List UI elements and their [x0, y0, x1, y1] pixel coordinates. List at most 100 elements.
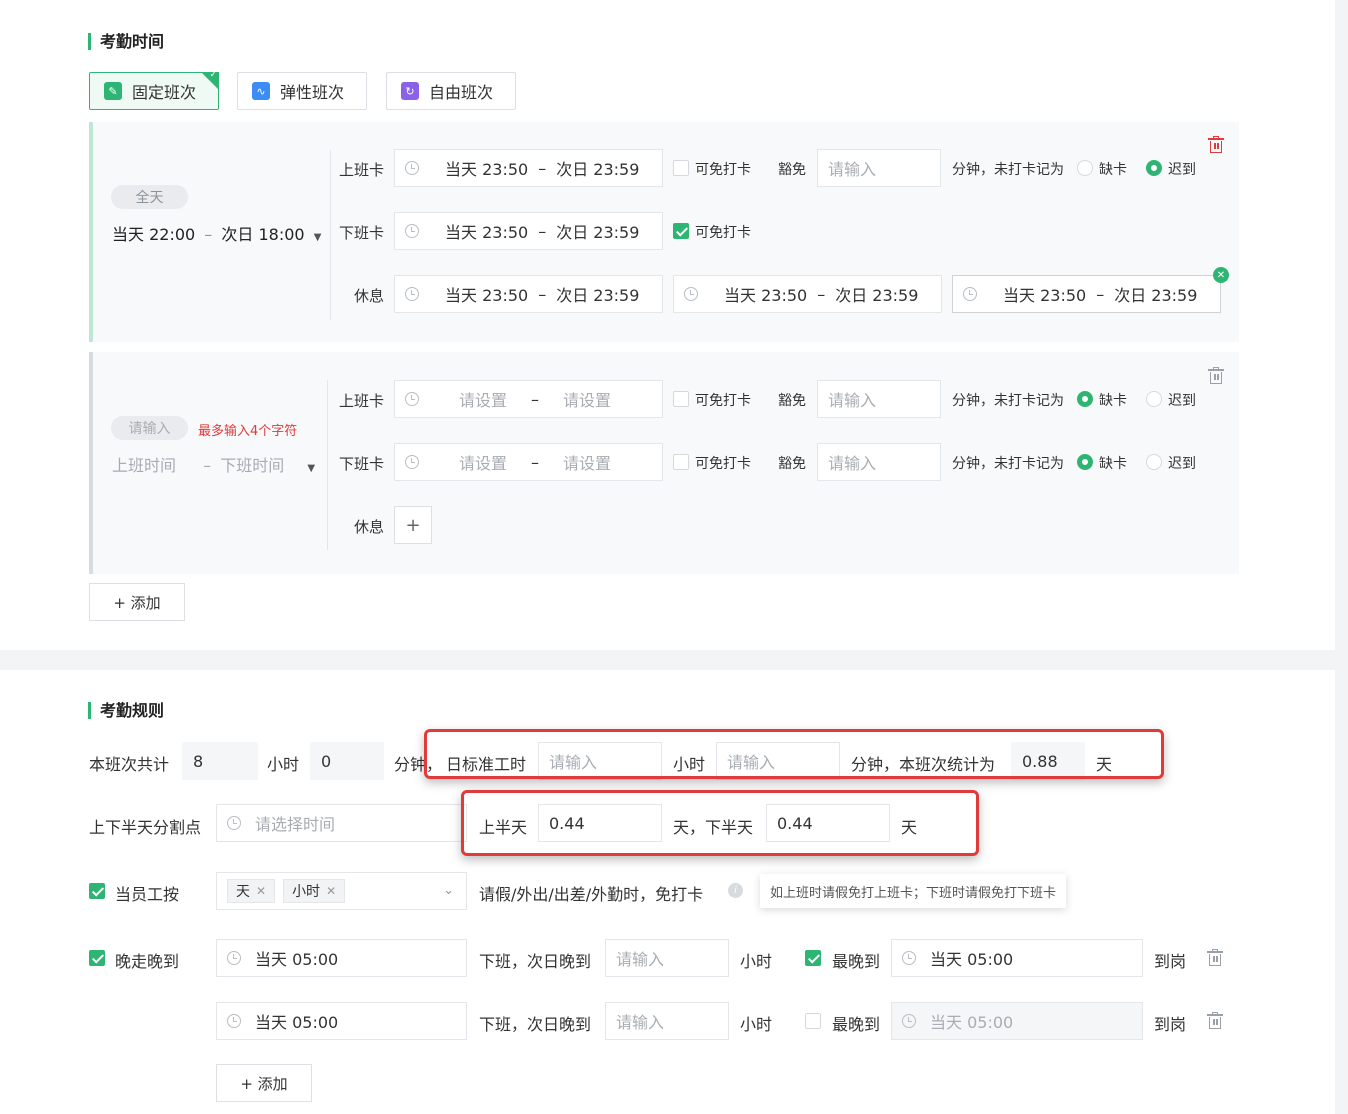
tab-fixed-shift[interactable]: ✎ 固定班次 ✓	[89, 70, 219, 110]
arrive-text: 到岗	[1154, 952, 1187, 971]
late-radio[interactable]	[1146, 391, 1162, 407]
remove-rest-icon[interactable]: ✕	[1213, 267, 1229, 283]
caret-down-icon: ▼	[307, 463, 316, 474]
time-value: 当天 05:00	[255, 1013, 339, 1032]
tab-label: 固定班次	[132, 83, 197, 102]
shift-name-pill[interactable]: 全天	[111, 185, 188, 209]
total-minutes-input[interactable]: 0	[310, 742, 384, 780]
info-icon[interactable]: i	[728, 883, 743, 898]
rest-label: 休息	[353, 287, 384, 305]
total-label: 本班次共计	[89, 755, 170, 774]
tag-remove-icon[interactable]: ✕	[326, 884, 336, 898]
latest-arrive-label: 最晚到	[832, 952, 881, 971]
exempt-checkbox[interactable]	[673, 391, 689, 407]
leave-exempt-text: 请假/外出/出差/外勤时，免打卡	[479, 885, 704, 904]
add-rule-button[interactable]: + 添加	[216, 1064, 312, 1102]
leave-exempt-checkbox[interactable]	[89, 883, 105, 899]
hours-unit: 小时	[740, 1015, 773, 1034]
time-start: 当天 23:50	[1003, 286, 1087, 305]
time-start: 当天 23:50	[445, 223, 529, 242]
shift-range[interactable]: 当天 22:00 – 次日 18:00 ▼	[112, 221, 321, 245]
grace-minutes-input[interactable]: 请输入	[817, 380, 941, 418]
minutes-text: 分钟，未打卡记为	[952, 393, 1064, 409]
clock-out-time-range[interactable]: 当天 23:50 – 次日 23:59	[394, 212, 663, 250]
add-rest-button[interactable]: +	[394, 506, 432, 544]
latest-arrive-checkbox[interactable]	[805, 1013, 821, 1029]
late-leave-time-2[interactable]: 当天 05:00	[216, 1002, 467, 1040]
grace-label: 豁免	[778, 393, 806, 409]
minutes-text: 分钟，未打卡记为	[952, 162, 1064, 178]
latest-arrive-time[interactable]: 当天 05:00	[891, 939, 1143, 977]
time-sep: –	[817, 284, 826, 304]
clock-icon	[684, 287, 698, 301]
late-hours-input[interactable]: 请输入	[605, 939, 729, 977]
range-separator: –	[204, 225, 213, 244]
time-value: 当天 05:00	[255, 950, 339, 969]
exempt-checkbox[interactable]	[673, 454, 689, 470]
delete-icon[interactable]	[1207, 949, 1223, 966]
exempt-checkbox[interactable]	[673, 160, 689, 176]
clock-in-time-range[interactable]: 当天 23:50 – 次日 23:59	[394, 149, 663, 187]
tab-free-shift[interactable]: ↻ 自由班次	[386, 72, 516, 110]
time-end: 次日 23:59	[1114, 286, 1198, 305]
shift-name-input[interactable]: 请输入	[111, 416, 188, 440]
late-leave-label: 晚走晚到	[115, 952, 180, 971]
section-title-time: 考勤时间	[88, 33, 164, 50]
hours-unit: 小时	[267, 755, 300, 774]
section-title-rules: 考勤规则	[88, 702, 164, 719]
refresh-icon: ↻	[401, 82, 419, 100]
rest-label: 休息	[353, 518, 384, 536]
shift-range-2[interactable]: 上班时间 – 下班时间 ▼	[112, 452, 315, 476]
rest-time-range-3[interactable]: 当天 23:50 – 次日 23:59	[952, 275, 1221, 313]
add-shift-button[interactable]: + 添加	[89, 583, 185, 621]
late-radio[interactable]	[1146, 454, 1162, 470]
time-start: 当天 23:50	[445, 160, 529, 179]
clock-in-time-range[interactable]: 请设置 – 请设置	[394, 380, 663, 418]
latest-arrive-time[interactable]: 当天 05:00	[891, 1002, 1143, 1040]
chevron-down-icon: ⌄	[443, 883, 454, 898]
highlight-box-std-hours	[424, 729, 1164, 779]
rest-time-range-1[interactable]: 当天 23:50 – 次日 23:59	[394, 275, 663, 313]
absent-radio[interactable]	[1077, 160, 1093, 176]
time-end: 请设置	[563, 391, 612, 410]
time-value: 当天 05:00	[930, 950, 1014, 969]
time-end: 次日 23:59	[556, 286, 640, 305]
delete-icon[interactable]	[1208, 136, 1224, 153]
leave-unit-select[interactable]: 天 ✕ 小时 ✕ ⌄	[216, 872, 467, 910]
late-label: 迟到	[1168, 456, 1196, 472]
absent-radio[interactable]	[1077, 454, 1093, 470]
end-placeholder: 下班时间	[220, 456, 285, 475]
late-radio[interactable]	[1146, 160, 1162, 176]
exempt-label: 可免打卡	[695, 456, 751, 472]
tag-day: 天 ✕	[227, 879, 276, 903]
latest-arrive-checkbox[interactable]	[805, 950, 821, 966]
delete-icon[interactable]	[1207, 1012, 1223, 1029]
tab-flexible-shift[interactable]: ∿ 弹性班次	[237, 72, 367, 110]
late-hours-input[interactable]: 请输入	[605, 1002, 729, 1040]
split-point-picker[interactable]: 请选择时间	[216, 804, 467, 842]
tag-label: 天	[236, 884, 250, 900]
range-separator: –	[203, 456, 212, 475]
absent-radio[interactable]	[1077, 391, 1093, 407]
exempt-checkbox[interactable]	[673, 223, 689, 239]
late-leave-checkbox[interactable]	[89, 950, 105, 966]
rest-time-range-2[interactable]: 当天 23:50 – 次日 23:59	[673, 275, 942, 313]
grace-minutes-input[interactable]: 请输入	[817, 149, 941, 187]
grace-label: 豁免	[778, 456, 806, 472]
vertical-divider	[327, 380, 328, 550]
time-start: 请设置	[459, 454, 508, 473]
time-start: 当天 23:50	[724, 286, 808, 305]
time-sep: –	[531, 389, 540, 409]
clock-out-time-range[interactable]: 请设置 – 请设置	[394, 443, 663, 481]
tag-remove-icon[interactable]: ✕	[256, 884, 266, 898]
time-start: 当天 23:50	[445, 286, 529, 305]
delete-icon[interactable]	[1208, 367, 1224, 384]
tag-hour: 小时 ✕	[283, 879, 346, 903]
time-value: 当天 05:00	[930, 1013, 1014, 1032]
clock-icon	[405, 161, 419, 175]
total-hours-input[interactable]: 8	[182, 742, 258, 780]
clock-icon	[902, 951, 916, 965]
absent-label: 缺卡	[1099, 456, 1127, 472]
late-leave-time[interactable]: 当天 05:00	[216, 939, 467, 977]
grace-minutes-input[interactable]: 请输入	[817, 443, 941, 481]
